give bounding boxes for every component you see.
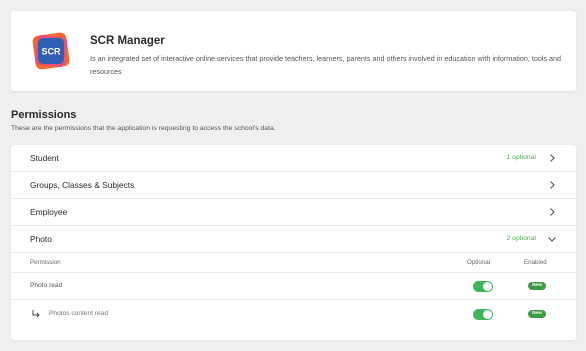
permission-row-employee[interactable]: Employee — [11, 199, 576, 226]
app-card: SCR SCR Manager Is an integrated set of … — [11, 11, 576, 91]
header-optional: Optional — [467, 259, 491, 266]
optional-toggle[interactable] — [473, 281, 493, 292]
permission-row-groups[interactable]: Groups, Classes & Subjects — [11, 172, 576, 199]
permission-row-student[interactable]: Student 1 optional — [11, 145, 576, 172]
chevron-right-icon[interactable] — [547, 207, 557, 217]
permission-label: Groups, Classes & Subjects — [30, 180, 135, 190]
scr-logo-icon: SCR — [32, 32, 70, 70]
new-badge: New — [528, 310, 546, 318]
table-row: Photo read New — [11, 273, 576, 300]
permission-row-photo[interactable]: Photo 2 optional — [11, 226, 576, 253]
return-arrow-icon — [31, 309, 41, 319]
svg-text:SCR: SCR — [41, 47, 61, 57]
permissions-card: Student 1 optional Groups, Classes & Sub… — [11, 145, 576, 340]
new-badge: New — [528, 282, 546, 290]
app-description: Is an integrated set of interactive onli… — [90, 54, 562, 76]
permission-item-label: Photo read — [30, 282, 63, 289]
permission-label: Employee — [30, 207, 68, 217]
optional-count: 1 optional — [506, 154, 536, 161]
permission-label: Student — [30, 153, 59, 163]
toggle-knob — [483, 310, 492, 319]
permission-label: Photo — [30, 234, 52, 244]
permission-item-label: Photos content read — [49, 310, 109, 317]
permissions-title: Permissions — [11, 109, 77, 121]
header-permission: Permission — [30, 259, 61, 266]
optional-count: 2 optional — [506, 235, 536, 242]
chevron-right-icon[interactable] — [547, 153, 557, 163]
permissions-subtitle: These are the permissions that the appli… — [11, 125, 276, 132]
table-row: Photos content read New — [11, 301, 576, 328]
toggle-knob — [483, 282, 492, 291]
chevron-down-icon[interactable] — [547, 234, 557, 244]
permission-table-header: Permission Optional Enabled — [11, 252, 576, 273]
optional-toggle[interactable] — [473, 309, 493, 320]
app-title: SCR Manager — [90, 35, 165, 47]
header-enabled: Enabled — [524, 259, 547, 266]
chevron-right-icon[interactable] — [547, 180, 557, 190]
